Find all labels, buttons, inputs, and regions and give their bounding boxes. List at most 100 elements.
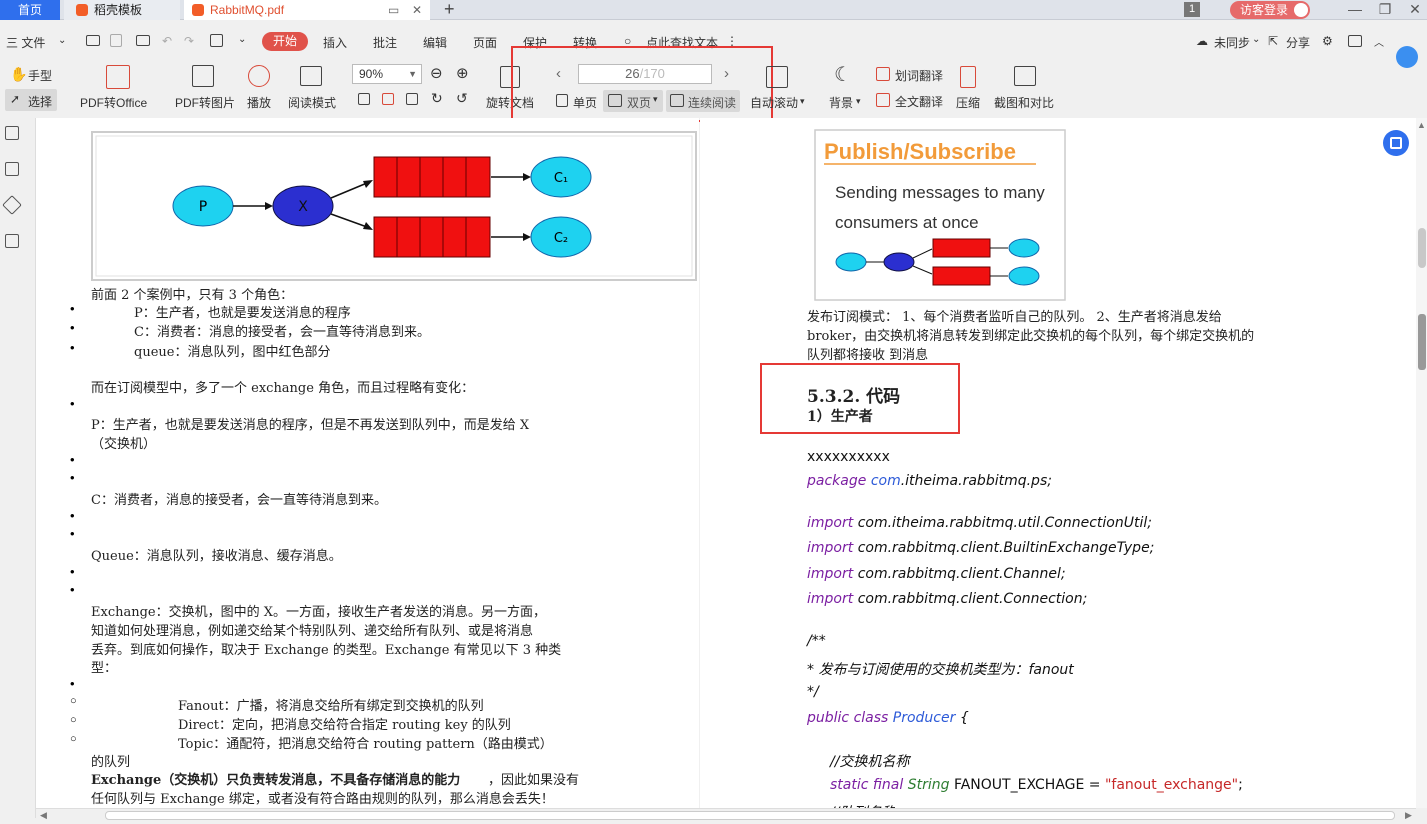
pdf-page-right[interactable]: Publish/Subscribe Sending messages to ma… xyxy=(700,118,1416,808)
menu-comment[interactable]: 批注 xyxy=(373,34,397,51)
menu-insert[interactable]: 插入 xyxy=(323,34,347,51)
full-translate-button[interactable]: 全文翻译 xyxy=(895,93,943,110)
text-line: 任何队列与 Exchange 绑定，或者没有符合路由规则的队列，那么消息会丢失！ xyxy=(91,792,554,807)
card-text-line-2: consumers at once xyxy=(835,213,979,232)
pdf-to-office-button[interactable]: PDF转Office xyxy=(80,94,147,111)
tab-close-icon[interactable]: ✕ xyxy=(412,0,422,20)
code-token: import xyxy=(807,591,858,607)
window-restore-icon[interactable]: ▭ xyxy=(388,0,399,20)
rotate-right-icon[interactable]: ↺ xyxy=(456,90,468,107)
new-tab-button[interactable]: + xyxy=(444,0,455,20)
screenshot-compare-button[interactable]: 截图和对比 xyxy=(994,94,1054,111)
code-token: ; xyxy=(1238,777,1243,793)
share-button[interactable]: 分享 xyxy=(1286,34,1310,51)
vertical-scroll-thumb[interactable] xyxy=(1418,228,1426,268)
fit-page-icon[interactable] xyxy=(382,93,394,105)
menu-edit[interactable]: 编辑 xyxy=(423,34,447,51)
save-icon[interactable] xyxy=(110,34,122,47)
bookmark-icon[interactable] xyxy=(5,234,19,248)
chevron-down-icon[interactable]: ⌄ xyxy=(58,35,66,46)
tab-pdf[interactable]: RabbitMQ.pdf ▭ ✕ xyxy=(184,0,430,20)
close-button[interactable]: ✕ xyxy=(1400,0,1427,20)
background-chevron-icon[interactable]: ▾ xyxy=(856,96,861,107)
read-mode-icon[interactable] xyxy=(300,66,322,86)
auto-scroll-button[interactable]: 自动滚动 xyxy=(750,94,798,111)
word-translate-button[interactable]: 划词翻译 xyxy=(895,67,943,84)
tab-home[interactable]: 首页 xyxy=(0,0,60,20)
login-button[interactable]: 访客登录 xyxy=(1230,1,1310,19)
open-folder-icon[interactable] xyxy=(86,35,100,46)
code-token: .itheima.rabbitmq.ps; xyxy=(900,473,1052,489)
vertical-scrollbar[interactable] xyxy=(1416,118,1427,808)
text-line: 知道如何处理消息，例如递交给某个特别队列、递交给所有队列、或是将消息 xyxy=(91,624,534,639)
export-icon[interactable] xyxy=(210,34,223,47)
background-button[interactable]: 背景 xyxy=(829,94,853,111)
horizontal-scroll-thumb[interactable] xyxy=(105,811,1395,820)
compress-icon[interactable] xyxy=(960,66,976,88)
hand-icon[interactable]: ✋ xyxy=(10,66,27,83)
consumer-1-label: C₁ xyxy=(554,171,568,186)
menu-start[interactable]: 开始 xyxy=(262,32,308,51)
play-icon[interactable] xyxy=(248,65,270,87)
cloud-sync-icon[interactable]: ☁ xyxy=(1196,34,1208,48)
minimize-button[interactable]: — xyxy=(1340,0,1370,20)
collapse-chevron-icon[interactable]: ︿ xyxy=(1374,34,1384,49)
rotate-left-icon[interactable]: ↻ xyxy=(431,90,443,107)
text-line: Direct：定向，把消息交给符合指定 routing key 的队列 xyxy=(178,718,511,733)
sync-status[interactable]: 未同步 xyxy=(1214,34,1250,51)
screenshot-compare-icon[interactable] xyxy=(1014,66,1036,86)
menu-file[interactable]: 三 文件 xyxy=(6,34,45,51)
share-icon[interactable]: ⇱ xyxy=(1268,34,1278,48)
thumbnail-icon[interactable] xyxy=(5,162,19,176)
assistant-bubble-icon[interactable] xyxy=(1396,46,1418,68)
queue-2 xyxy=(373,216,491,258)
text-line: Queue：消息队列，接收消息、缓存消息。 xyxy=(91,549,342,564)
card-title: Publish/Subscribe xyxy=(824,139,1016,164)
code-token: com.rabbitmq.client.BuiltinExchangeType; xyxy=(857,540,1155,556)
background-moon-icon[interactable]: ☾ xyxy=(834,62,852,87)
settings-gear-icon[interactable]: ⚙ xyxy=(1322,34,1333,48)
more-chevron-icon[interactable]: ⌄ xyxy=(238,34,246,45)
bullet-icon: • xyxy=(70,452,75,467)
window-count-badge[interactable]: 1 xyxy=(1184,2,1200,17)
maximize-button[interactable]: ❐ xyxy=(1370,0,1400,20)
skin-icon[interactable] xyxy=(1348,35,1362,47)
pdf-file-icon xyxy=(192,4,204,16)
code-line: import com.rabbitmq.client.BuiltinExchan… xyxy=(807,540,1154,556)
compress-button[interactable]: 压缩 xyxy=(956,94,980,111)
fit-width-icon[interactable] xyxy=(406,93,418,105)
auto-scroll-chevron-icon[interactable]: ▾ xyxy=(800,96,805,107)
reading-position-marker[interactable] xyxy=(1418,314,1426,370)
tab-template[interactable]: 稻壳模板 xyxy=(64,0,180,20)
zoom-select[interactable]: 90% ▼ xyxy=(352,64,422,84)
redo-icon[interactable]: ↷ xyxy=(184,34,194,48)
pdf-to-image-icon[interactable] xyxy=(192,65,214,87)
code-token: com xyxy=(870,473,901,489)
scroll-right-icon[interactable]: ▶ xyxy=(1405,810,1412,821)
auto-scroll-icon[interactable] xyxy=(766,66,788,88)
floating-tool-button[interactable] xyxy=(1383,130,1409,156)
read-mode-button[interactable]: 阅读模式 xyxy=(288,94,336,111)
code-token: "fanout_exchange" xyxy=(1104,777,1239,793)
zoom-out-icon[interactable]: ⊖ xyxy=(430,64,443,82)
pdf-page-left[interactable]: P X C₁ C₂ 前面 2 个案例中，只有 3 个角色： • P：生产者，也就… xyxy=(36,118,699,808)
undo-icon[interactable]: ↶ xyxy=(162,34,172,48)
menu-page[interactable]: 页面 xyxy=(473,34,497,51)
outline-icon[interactable] xyxy=(5,126,19,140)
annotation-icon[interactable] xyxy=(2,195,22,215)
hand-tool-button[interactable]: 手型 xyxy=(28,67,52,84)
code-token: import xyxy=(807,515,858,531)
pdf-to-image-button[interactable]: PDF转图片 xyxy=(175,94,235,111)
actual-size-icon[interactable] xyxy=(358,93,370,105)
play-button[interactable]: 播放 xyxy=(247,94,271,111)
sync-chevron-icon[interactable]: ⌄ xyxy=(1252,34,1260,45)
tab-bar: 首页 稻壳模板 RabbitMQ.pdf ▭ ✕ + 1 访客登录 — ❐ ✕ xyxy=(0,0,1427,20)
pdf-to-office-icon[interactable] xyxy=(106,65,130,89)
scroll-left-icon[interactable]: ◀ xyxy=(40,810,47,821)
zoom-in-icon[interactable]: ⊕ xyxy=(456,64,469,82)
bullet-icon: • xyxy=(70,340,75,355)
scroll-up-icon[interactable]: ▲ xyxy=(1417,120,1426,130)
select-tool-label: 选择 xyxy=(28,95,53,109)
text-line: Exchange：交换机，图中的 X。一方面，接收生产者发送的消息。另一方面， xyxy=(91,605,547,620)
print-icon[interactable] xyxy=(136,35,150,46)
